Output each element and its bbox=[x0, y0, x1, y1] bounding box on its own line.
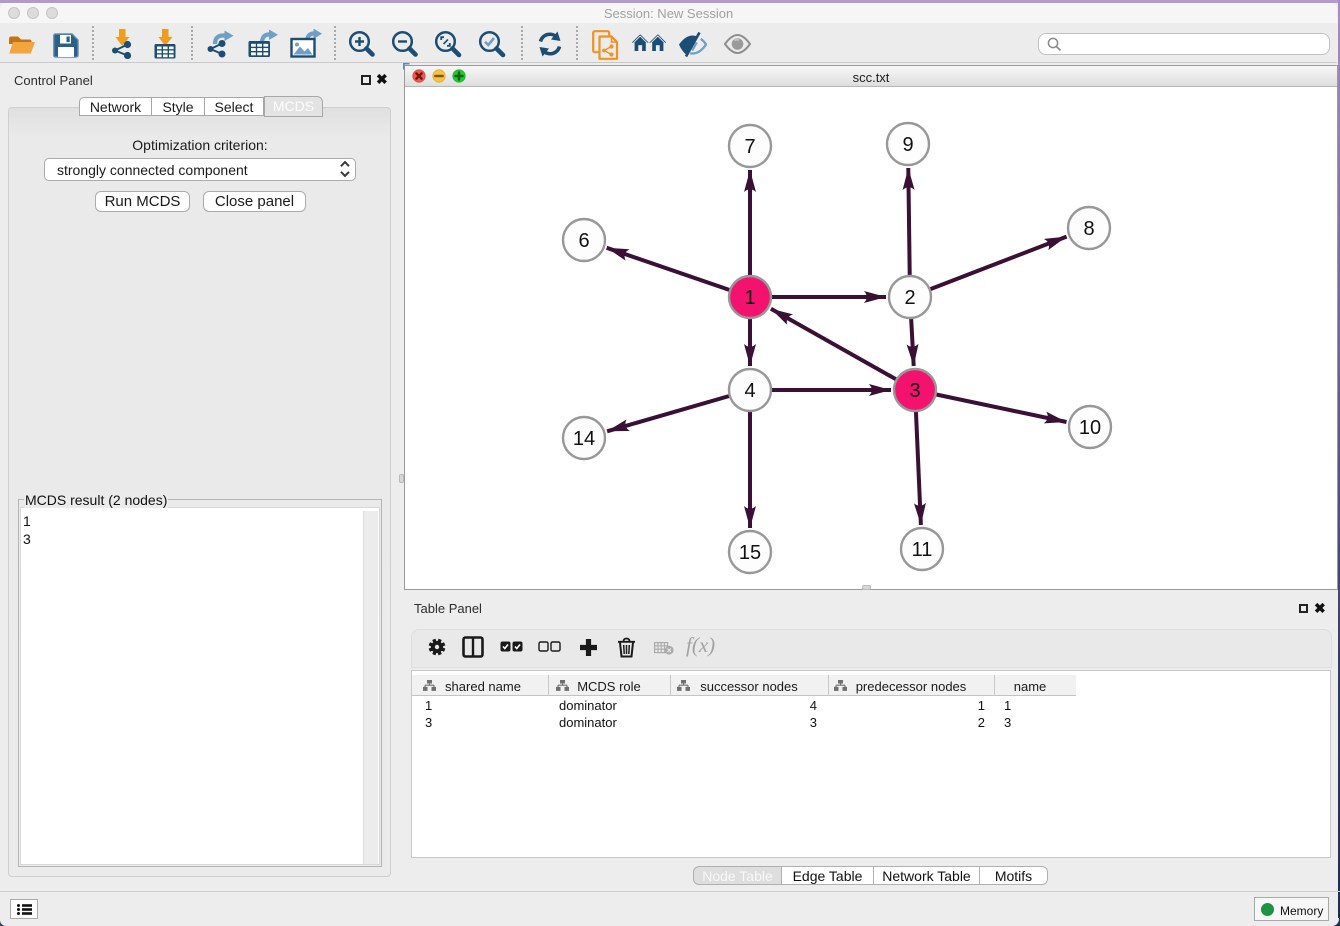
svg-text:1: 1 bbox=[744, 287, 755, 309]
svg-text:8: 8 bbox=[1083, 218, 1094, 240]
svg-text:4: 4 bbox=[744, 380, 755, 402]
svg-text:11: 11 bbox=[912, 539, 933, 561]
svg-text:15: 15 bbox=[739, 542, 761, 564]
svg-text:7: 7 bbox=[744, 136, 755, 158]
svg-text:3: 3 bbox=[909, 380, 920, 402]
svg-text:10: 10 bbox=[1079, 417, 1101, 439]
svg-text:14: 14 bbox=[573, 428, 595, 450]
svg-text:9: 9 bbox=[902, 134, 913, 156]
svg-text:6: 6 bbox=[578, 230, 589, 252]
svg-text:2: 2 bbox=[904, 287, 915, 309]
